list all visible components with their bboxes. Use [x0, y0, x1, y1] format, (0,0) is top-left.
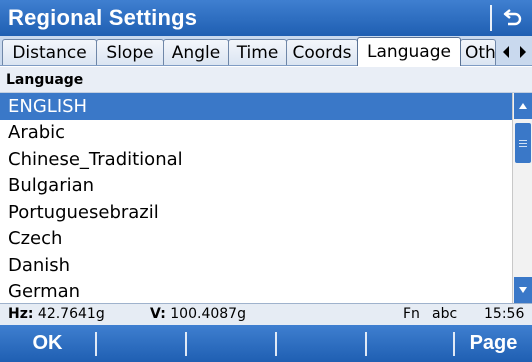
language-list[interactable]: ENGLISH Arabic Chinese_Traditional Bulga…: [0, 93, 512, 303]
page-button[interactable]: Page: [455, 325, 532, 362]
list-item-chinese-traditional[interactable]: Chinese_Traditional: [0, 146, 512, 173]
list-item-english[interactable]: ENGLISH: [0, 93, 512, 120]
back-arrow-icon[interactable]: [500, 5, 526, 31]
tab-time[interactable]: Time: [228, 39, 287, 65]
triangle-left-icon[interactable]: [497, 41, 515, 63]
clock: 15:56: [484, 306, 525, 322]
softkey-4[interactable]: [277, 325, 365, 362]
v-value: 100.4087g: [170, 306, 246, 322]
list-scrollbar[interactable]: [512, 93, 532, 303]
hz-label: Hz:: [8, 306, 34, 322]
input-mode: abc: [432, 306, 458, 322]
tab-language[interactable]: Language: [357, 37, 461, 66]
v-label: V:: [150, 306, 166, 322]
softkey-bar: OK Page: [0, 325, 532, 362]
title-separator: [490, 5, 492, 31]
tab-other[interactable]: Oth: [460, 39, 496, 65]
triangle-right-icon[interactable]: [514, 41, 532, 63]
tab-strip: Distance Slope Angle Time Coords Languag…: [0, 36, 532, 66]
softkey-3[interactable]: [187, 325, 275, 362]
list-item-czech[interactable]: Czech: [0, 226, 512, 253]
tab-angle[interactable]: Angle: [163, 39, 229, 65]
softkey-2[interactable]: [97, 325, 185, 362]
list-item-german[interactable]: German: [0, 279, 512, 304]
softkey-5[interactable]: [367, 325, 453, 362]
scroll-up-button[interactable]: [514, 93, 532, 119]
tab-slope[interactable]: Slope: [96, 39, 164, 65]
list-item-portuguesebrazil[interactable]: Portuguesebrazil: [0, 199, 512, 226]
scroll-thumb[interactable]: [515, 123, 531, 163]
status-bar: Hz: 42.7641g V: 100.4087g Fn abc 15:56: [0, 303, 532, 325]
list-item-arabic[interactable]: Arabic: [0, 120, 512, 147]
hz-value: 42.7641g: [37, 306, 105, 322]
ok-button[interactable]: OK: [0, 325, 95, 362]
window-title: Regional Settings: [8, 5, 198, 30]
tab-distance[interactable]: Distance: [2, 39, 97, 65]
title-bar: Regional Settings: [0, 0, 532, 36]
list-item-danish[interactable]: Danish: [0, 252, 512, 279]
list-item-bulgarian[interactable]: Bulgarian: [0, 173, 512, 200]
scroll-down-button[interactable]: [514, 277, 532, 303]
tab-coords[interactable]: Coords: [286, 39, 358, 65]
fn-indicator: Fn: [403, 306, 420, 322]
list-header: Language: [0, 67, 532, 93]
